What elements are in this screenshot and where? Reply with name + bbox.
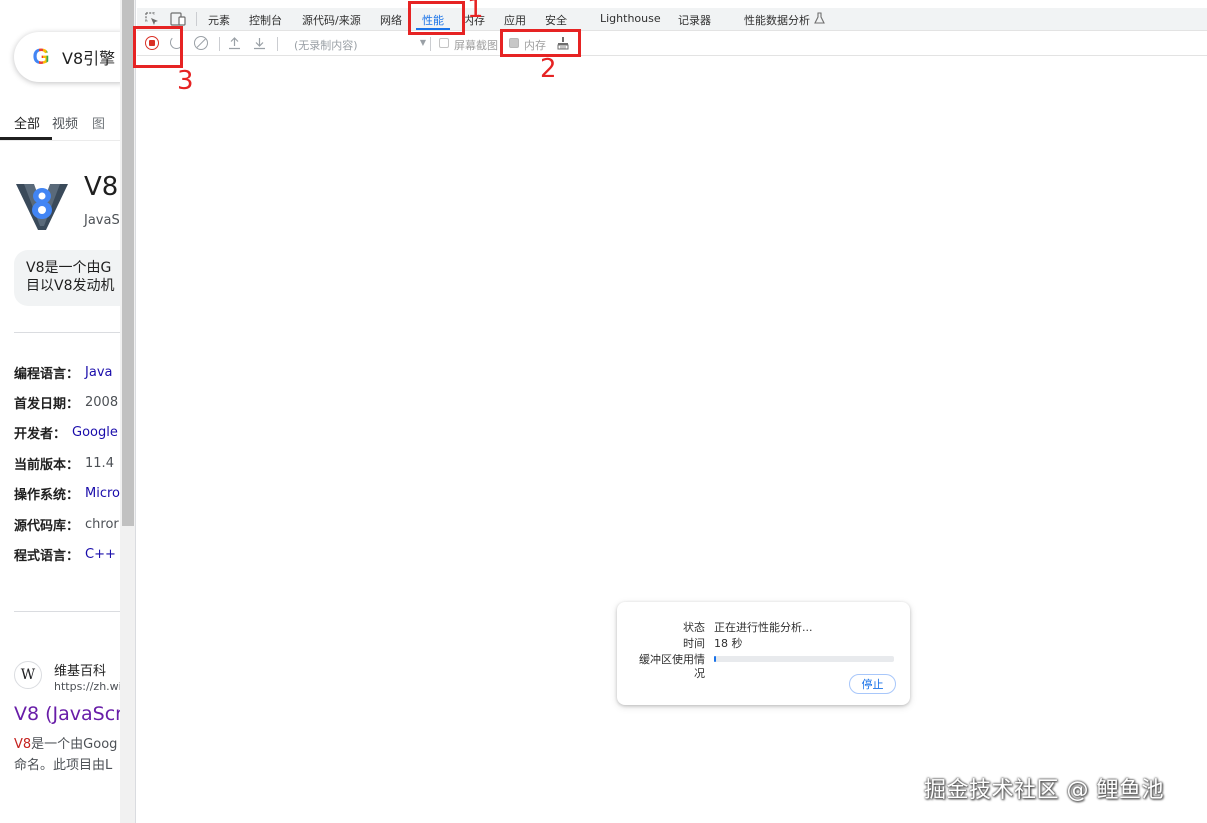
tab-separator <box>196 12 197 26</box>
tab-elements[interactable]: 元素 <box>208 12 230 28</box>
section-divider <box>14 332 120 333</box>
tab-security[interactable]: 安全 <box>545 12 567 28</box>
upload-icon[interactable] <box>228 36 241 50</box>
chevron-down-icon: ▼ <box>419 38 426 47</box>
performance-toolbar: (无录制内容) ▼ 屏幕截图 内存 <box>137 32 1207 56</box>
fact-row: 源代码库： chror <box>14 516 119 534</box>
snippet-line-1: V8是一个由Goog <box>14 737 118 752</box>
scrollbar-thumb[interactable] <box>122 0 134 526</box>
fact-row: 操作系统： Micro <box>14 486 120 504</box>
experiment-flask-icon <box>813 12 825 24</box>
inspect-element-icon[interactable] <box>145 12 159 26</box>
fact-row: 开发者： Google <box>14 425 118 443</box>
tab-lighthouse[interactable]: Lighthouse <box>600 12 661 25</box>
description-line-2: 目以V8发动机 <box>26 278 115 294</box>
section-divider <box>14 611 120 612</box>
result-tabs: 全部 视频 图 <box>0 108 120 140</box>
annotation-box-3 <box>133 26 183 68</box>
result-snippet: V8是一个由Goog 命名。此项目由L <box>14 734 117 776</box>
tab-sources[interactable]: 源代码/来源 <box>302 12 361 28</box>
device-toolbar-icon[interactable] <box>170 12 186 26</box>
screenshots-checkbox[interactable] <box>439 38 449 48</box>
tab-images[interactable]: 图 <box>92 108 119 140</box>
annotation-number-3: 3 <box>177 66 194 96</box>
annotation-number-1: 1 <box>467 0 484 24</box>
tab-recorder[interactable]: 记录器 <box>678 12 711 28</box>
facts-list: 编程语言： Java 首发日期： 2008 开发者： Google 当前版本： 11.4… <box>14 357 120 570</box>
result-site-name: 维基百科 <box>54 664 107 679</box>
devtools-tab-bar: 元素 控制台 源代码/来源 网络 性能 内存 应用 安全 Lighthouse … <box>137 8 1207 31</box>
profiling-status-dialog: 状态 正在进行性能分析... 时间 18 秒 缓冲区使用情 况 停止 <box>617 602 910 705</box>
toolbar-separator <box>277 37 278 51</box>
stop-button[interactable]: 停止 <box>849 674 896 694</box>
buffer-label-line-2: 况 <box>694 667 705 680</box>
watermark: 掘金技术社区 @ 鲤鱼池 <box>924 778 1164 803</box>
search-box[interactable]: G V8引擎 <box>14 32 120 82</box>
tab-videos[interactable]: 视频 <box>52 108 92 140</box>
fact-row: 首发日期： 2008 <box>14 395 119 413</box>
download-icon[interactable] <box>253 36 266 50</box>
status-label: 状态 <box>683 621 705 634</box>
tab-network[interactable]: 网络 <box>380 12 402 28</box>
time-value: 18 秒 <box>714 637 743 650</box>
search-query[interactable]: V8引擎 <box>62 45 115 69</box>
fact-row: 程式语言： C++ <box>14 547 116 565</box>
snippet-line-2: 命名。此项目由L <box>14 758 113 773</box>
profile-select[interactable]: (无录制内容) ▼ <box>294 37 426 53</box>
google-logo-icon: G <box>32 44 50 69</box>
v8-logo-icon <box>16 184 68 230</box>
annotation-number-2: 2 <box>540 54 557 84</box>
profile-select-value: (无录制内容) <box>294 39 358 52</box>
buffer-usage-fill <box>714 656 716 662</box>
fact-row: 编程语言： Java <box>14 364 113 382</box>
tab-application[interactable]: 应用 <box>504 12 526 28</box>
description-line-1: V8是一个由G <box>26 260 112 276</box>
tabs-divider <box>0 140 120 141</box>
knowledge-panel-subtitle: JavaS <box>84 213 120 228</box>
tab-performance-insights[interactable]: 性能数据分析 <box>744 12 810 28</box>
search-results-page: G V8引擎 全部 视频 图 V8 JavaS V8是一个由G 目以V8发动机 … <box>0 0 120 823</box>
buffer-usage-bar <box>714 656 894 662</box>
tab-console[interactable]: 控制台 <box>249 12 282 28</box>
result-url: https://zh.wi <box>54 680 120 693</box>
time-label: 时间 <box>683 637 705 650</box>
clear-button[interactable] <box>194 36 208 50</box>
result-title-link[interactable]: V8 (JavaScr <box>14 703 120 725</box>
annotation-box-2 <box>500 29 581 57</box>
annotation-box-1 <box>408 1 465 35</box>
page-scrollbar[interactable] <box>120 0 136 823</box>
knowledge-panel-description: V8是一个由G 目以V8发动机 <box>14 250 120 306</box>
knowledge-panel-title: V8 <box>84 172 119 202</box>
toolbar-separator <box>430 37 431 51</box>
toolbar-separator <box>219 37 220 51</box>
tab-all[interactable]: 全部 <box>0 108 53 140</box>
fact-row: 当前版本： 11.4 <box>14 455 114 473</box>
status-value: 正在进行性能分析... <box>714 621 813 634</box>
screenshots-label: 屏幕截图 <box>454 39 498 52</box>
wikipedia-icon: W <box>14 661 42 689</box>
